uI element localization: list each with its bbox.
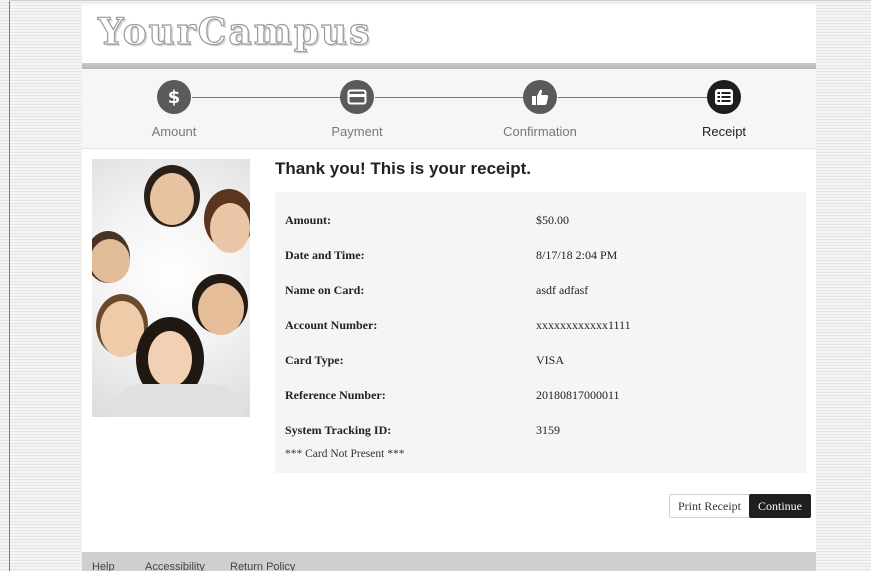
card-not-present-note: *** Card Not Present ***	[285, 448, 405, 460]
thumbs-up-icon	[523, 80, 557, 114]
row-label: Date and Time:	[285, 248, 365, 262]
receipt-row-card-type: Card Type: VISA	[285, 353, 795, 373]
site-header: YourCampus	[82, 5, 816, 63]
row-label: Reference Number:	[285, 388, 386, 402]
step-confirmation: Confirmation	[465, 80, 615, 139]
site-footer: Help Accessibility Return Policy	[82, 552, 816, 571]
row-value: 20180817000011	[536, 388, 620, 402]
window-frame-left	[9, 0, 10, 571]
step-receipt: Receipt	[649, 80, 799, 139]
row-value: $50.00	[536, 213, 569, 227]
page-container: YourCampus $ Amount Payment Confirmation	[82, 5, 816, 571]
dollar-icon: $	[157, 80, 191, 114]
step-label: Amount	[151, 124, 197, 139]
window-frame-top	[9, 0, 871, 1]
receipt-row-name: Name on Card: asdf adfasf	[285, 283, 795, 303]
footer-link-accessibility[interactable]: Accessibility	[145, 561, 205, 571]
step-label: Confirmation	[503, 124, 577, 139]
step-amount: $ Amount	[99, 80, 249, 139]
receipt-row-amount: Amount: $50.00	[285, 213, 795, 233]
progress-steps: $ Amount Payment Confirmation Receipt	[82, 69, 816, 149]
row-value: 8/17/18 2:04 PM	[536, 248, 618, 262]
svg-text:$: $	[168, 87, 181, 108]
row-value: 3159	[536, 423, 560, 437]
credit-card-icon	[340, 80, 374, 114]
continue-button[interactable]: Continue	[749, 494, 811, 518]
receipt-row-tracking: System Tracking ID: 3159	[285, 423, 795, 443]
row-value: xxxxxxxxxxxx1111	[536, 318, 631, 332]
receipt-row-date: Date and Time: 8/17/18 2:04 PM	[285, 248, 795, 268]
row-label: Amount:	[285, 213, 332, 227]
receipt-panel: Amount: $50.00 Date and Time: 8/17/18 2:…	[275, 192, 806, 473]
site-logo[interactable]: YourCampus	[97, 10, 371, 53]
row-label: Name on Card:	[285, 283, 365, 297]
print-receipt-button[interactable]: Print Receipt	[669, 494, 750, 518]
receipt-title: Thank you! This is your receipt.	[275, 159, 531, 178]
list-icon	[707, 80, 741, 114]
students-photo	[92, 159, 250, 417]
step-payment: Payment	[282, 80, 432, 139]
row-value: VISA	[536, 353, 565, 367]
receipt-row-reference: Reference Number: 20180817000011	[285, 388, 795, 408]
row-value: asdf adfasf	[536, 283, 589, 297]
step-label: Receipt	[701, 124, 747, 139]
receipt-row-account: Account Number: xxxxxxxxxxxx1111	[285, 318, 795, 338]
footer-link-help[interactable]: Help	[92, 561, 115, 571]
row-label: Account Number:	[285, 318, 378, 332]
step-label: Payment	[331, 124, 383, 139]
footer-link-return-policy[interactable]: Return Policy	[230, 561, 295, 571]
row-label: System Tracking ID:	[285, 423, 392, 437]
row-label: Card Type:	[285, 353, 344, 367]
